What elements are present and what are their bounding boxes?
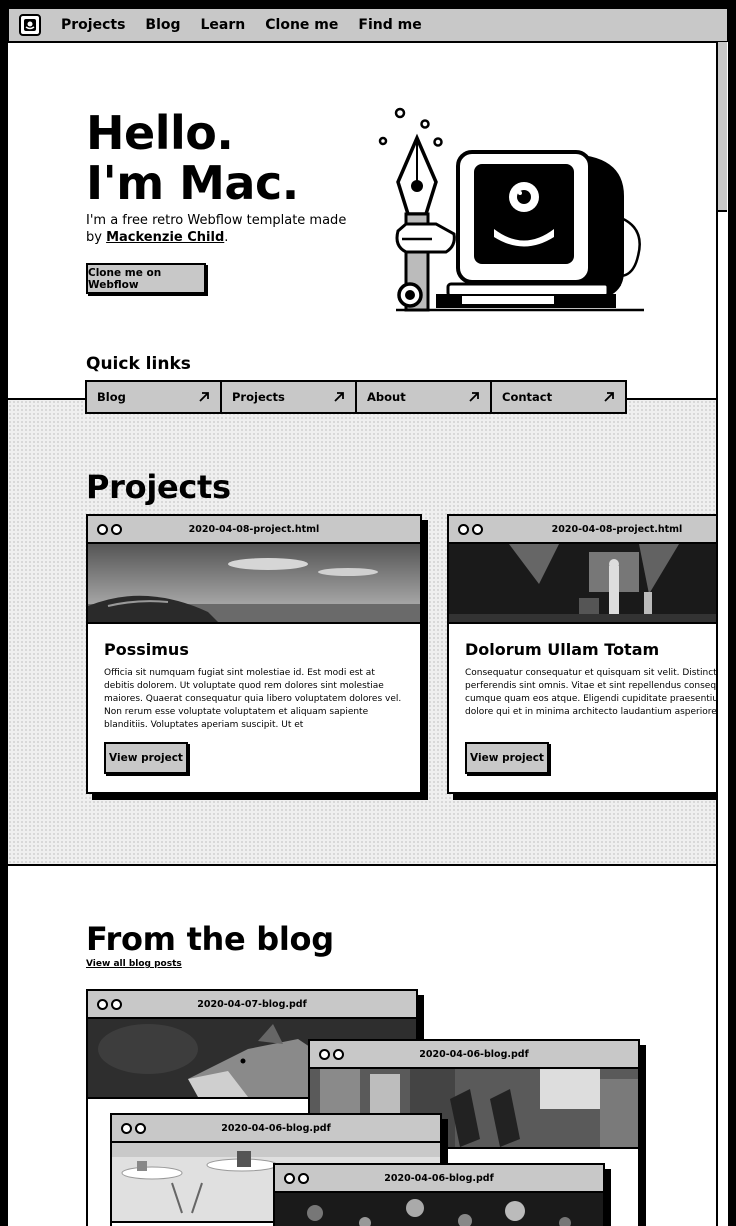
quick-link-blog[interactable]: Blog <box>85 380 222 414</box>
window-bar: 2020-04-06-blog.pdf <box>275 1165 603 1193</box>
card-filename: 2020-04-06-blog.pdf <box>384 1172 494 1184</box>
card-body: Officia sit numquam fugiat sint molestia… <box>104 668 402 730</box>
quick-link-label: Projects <box>232 390 285 404</box>
page: Projects Blog Learn Clone me Find me Hel… <box>8 8 728 1226</box>
window-bar: 2020-04-06-blog.pdf <box>112 1115 440 1143</box>
project-card: 2020-04-08-project.html Possimus Officia… <box>86 514 422 794</box>
window-bar: 2020-04-08-project.html <box>449 516 728 544</box>
hero-title-line2: I'm Mac. <box>86 156 299 210</box>
quick-link-contact[interactable]: Contact <box>490 380 627 414</box>
hero-period: . <box>224 230 229 245</box>
scrollbar-track[interactable] <box>716 42 728 1226</box>
projects-title: Projects <box>86 468 231 506</box>
quick-link-label: About <box>367 390 406 404</box>
card-filename: 2020-04-06-blog.pdf <box>221 1122 331 1134</box>
project-image-coast <box>88 544 420 624</box>
project-image-concert <box>449 544 728 624</box>
blog-card: 2020-04-06-blog.pdf <box>273 1163 605 1226</box>
arrow-up-right-icon <box>334 392 344 402</box>
hero-intro: I'm a free retro Webflow template made b… <box>86 212 356 246</box>
arrow-up-right-icon <box>604 392 614 402</box>
card-heading: Possimus <box>104 640 189 659</box>
nav-find-me[interactable]: Find me <box>358 17 421 33</box>
quick-link-label: Blog <box>97 390 126 404</box>
card-filename: 2020-04-08-project.html <box>188 523 320 535</box>
quick-links-title: Quick links <box>86 354 191 374</box>
clone-button[interactable]: Clone me on Webflow <box>86 263 206 294</box>
nav-clone-me[interactable]: Clone me <box>265 17 338 33</box>
logo-icon[interactable] <box>19 14 41 36</box>
quick-link-label: Contact <box>502 390 553 404</box>
quick-link-projects[interactable]: Projects <box>220 380 357 414</box>
window-bar: 2020-04-08-project.html <box>88 516 420 544</box>
blog-title: From the blog <box>86 920 334 958</box>
view-project-button[interactable]: View project <box>465 742 549 774</box>
arrow-up-right-icon <box>199 392 209 402</box>
arrow-up-right-icon <box>469 392 479 402</box>
quick-links-bar: Blog Projects About Contact <box>85 380 627 414</box>
view-project-button[interactable]: View project <box>104 742 188 774</box>
top-nav: Projects Blog Learn Clone me Find me <box>8 8 728 43</box>
nav-blog[interactable]: Blog <box>145 17 180 33</box>
author-link[interactable]: Mackenzie Child <box>106 230 224 245</box>
hero-title-line1: Hello. <box>86 106 234 160</box>
project-card: 2020-04-08-project.html Dolorum Ullam To… <box>447 514 728 794</box>
mascot-illustration <box>378 107 644 312</box>
card-filename: 2020-04-06-blog.pdf <box>419 1048 529 1060</box>
quick-link-about[interactable]: About <box>355 380 492 414</box>
card-heading: Dolorum Ullam Totam <box>465 640 660 659</box>
card-filename: 2020-04-08-project.html <box>551 523 683 535</box>
window-bar: 2020-04-06-blog.pdf <box>310 1041 638 1069</box>
card-body: Consequatur consequatur et quisquam sit … <box>465 668 728 717</box>
nav-learn[interactable]: Learn <box>201 17 246 33</box>
card-filename: 2020-04-07-blog.pdf <box>197 998 307 1010</box>
nav-projects[interactable]: Projects <box>61 17 125 33</box>
window-bar: 2020-04-07-blog.pdf <box>88 991 416 1019</box>
scrollbar-thumb[interactable] <box>718 42 727 212</box>
view-all-blog-link[interactable]: View all blog posts <box>86 959 182 969</box>
hero-title: Hello. I'm Mac. <box>86 108 299 208</box>
blog-image-bokeh <box>275 1193 603 1226</box>
